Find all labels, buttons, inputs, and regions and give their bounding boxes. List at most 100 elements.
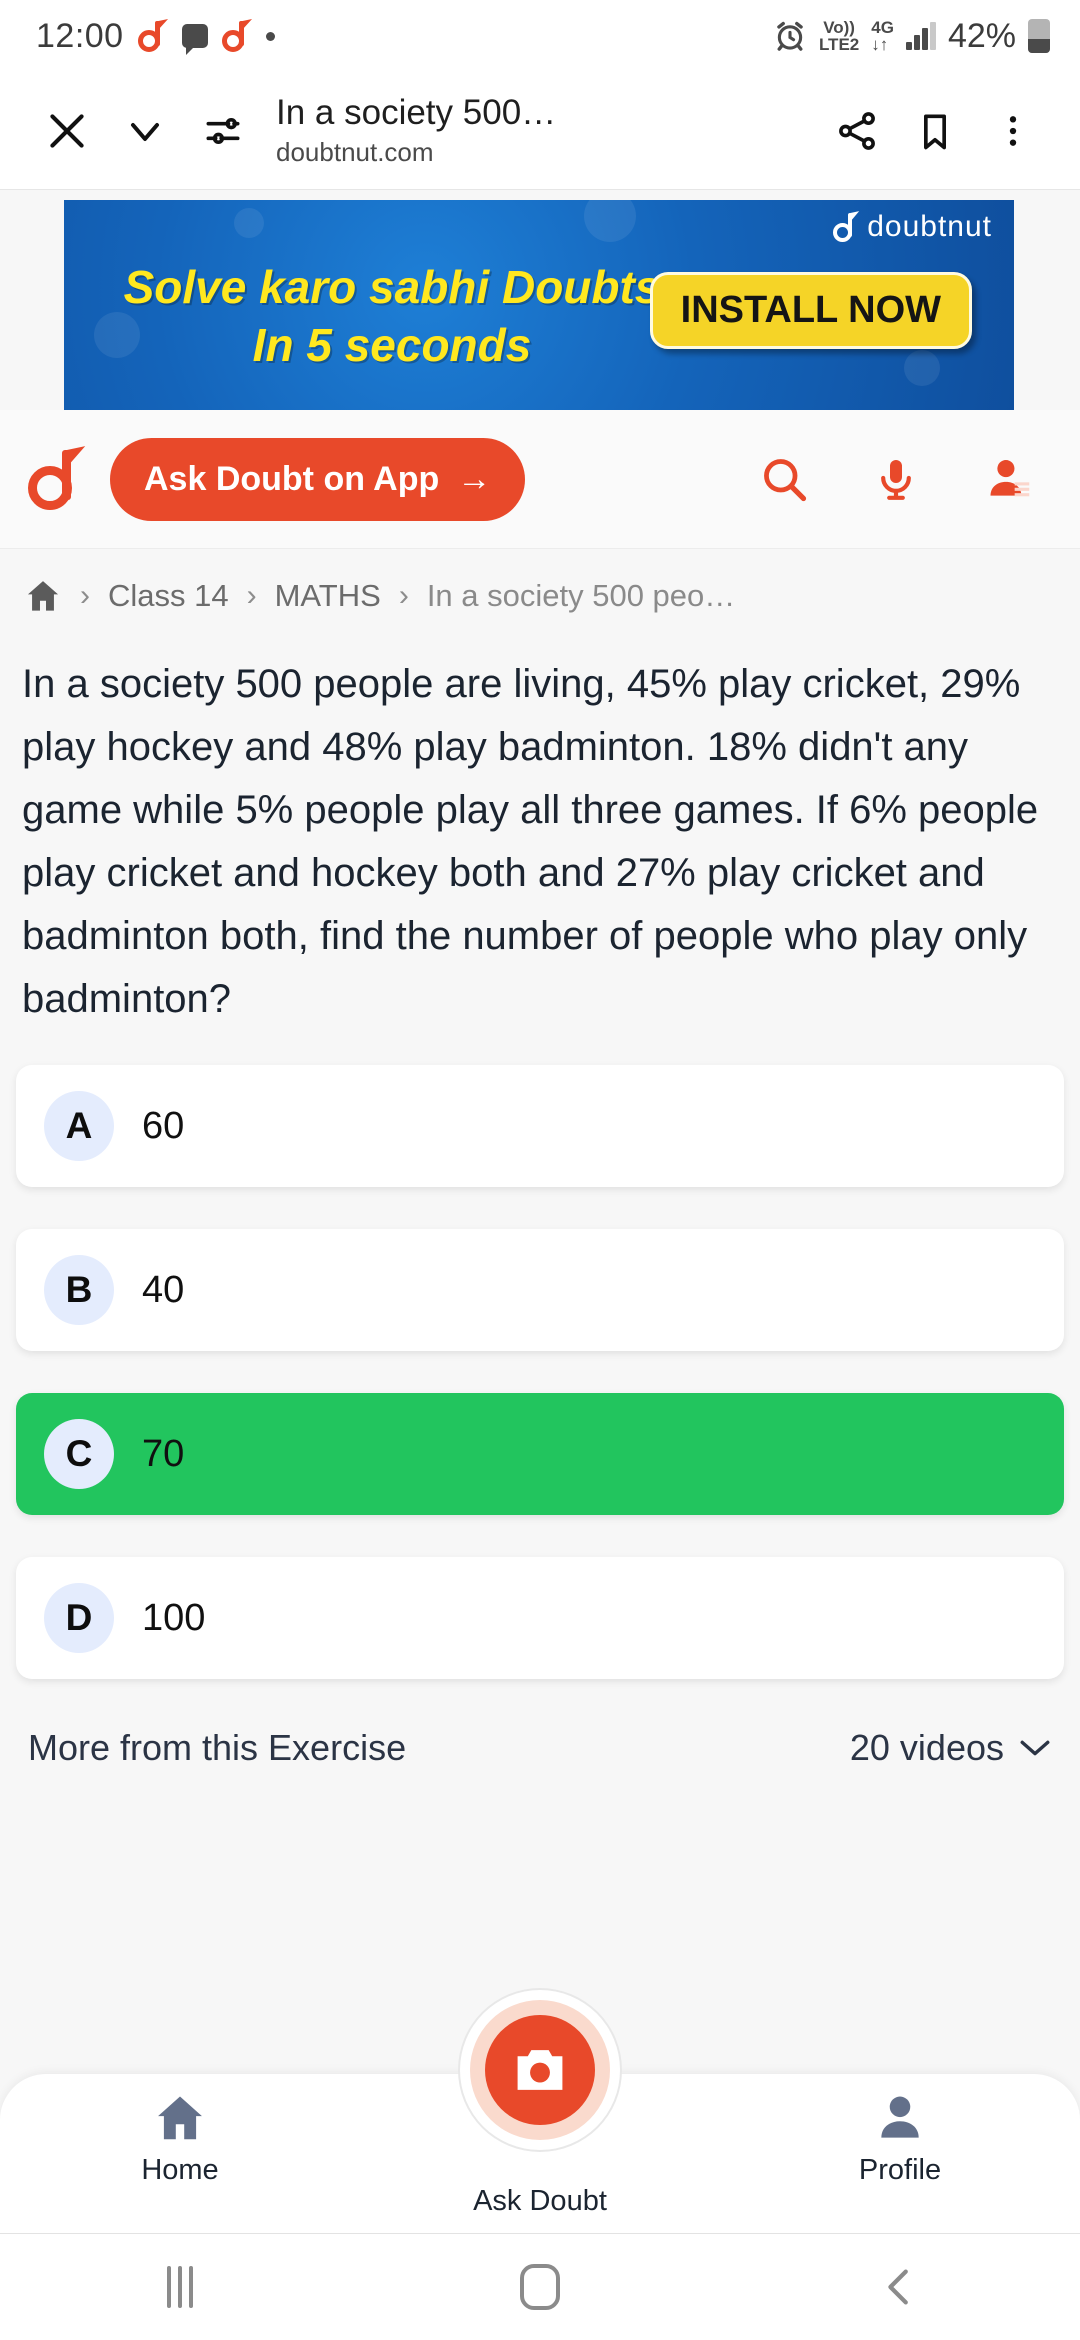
option-badge: B [44, 1255, 114, 1325]
ask-doubt-on-app-button[interactable]: Ask Doubt on App → [110, 437, 526, 521]
answer-option-c[interactable]: C 70 [16, 1393, 1064, 1515]
profile-icon [990, 460, 1030, 497]
search-icon [764, 459, 807, 502]
ask-doubt-camera-fab[interactable] [460, 1990, 620, 2150]
option-text: 100 [142, 1596, 206, 1639]
home-icon [158, 2096, 202, 2140]
bookmark-icon [924, 114, 946, 149]
option-badge: A [44, 1091, 114, 1161]
chevron-down-icon [1020, 1740, 1050, 1756]
bottom-nav-home[interactable]: Home [0, 2074, 360, 2187]
doubtnut-mark-icon [833, 211, 861, 242]
recents-button[interactable] [0, 2266, 360, 2308]
share-button[interactable] [818, 92, 896, 170]
chevron-down-icon [131, 122, 159, 141]
answer-option-d[interactable]: D 100 [16, 1557, 1064, 1679]
answer-option-b[interactable]: B 40 [16, 1229, 1064, 1351]
bottom-nav-profile-label: Profile [858, 2154, 942, 2186]
battery-icon [1028, 19, 1050, 53]
back-chevron-icon [888, 2269, 908, 2305]
recents-icon [167, 2266, 193, 2308]
option-text: 70 [142, 1432, 185, 1475]
ask-doubt-on-app-label: Ask Doubt on App [144, 459, 440, 498]
back-button[interactable] [720, 2260, 1080, 2314]
ad-banner-container: doubtnut Solve karo sabhi Doubts In 5 se… [0, 190, 1080, 410]
decorative-bubble [234, 208, 264, 238]
page-title: In a society 500… [276, 93, 557, 132]
breadcrumb: › Class 14 › MATHS › In a society 500 pe… [0, 548, 1080, 641]
option-badge: C [44, 1419, 114, 1489]
signal-strength-icon [905, 22, 936, 50]
browser-title-block[interactable]: In a society 500… doubtnut.com [262, 93, 818, 168]
more-from-exercise-row[interactable]: More from this Exercise 20 videos [0, 1721, 1080, 1769]
option-badge: D [44, 1583, 114, 1653]
overflow-menu-button[interactable] [974, 92, 1052, 170]
doubtnut-logo-icon[interactable] [28, 446, 89, 510]
decorative-bubble [904, 350, 940, 386]
install-now-button[interactable]: INSTALL NOW [649, 272, 972, 349]
breadcrumb-separator: › [80, 579, 90, 612]
breadcrumb-separator: › [398, 579, 409, 612]
battery-percent-label: 42% [947, 16, 1016, 55]
microphone-icon [881, 460, 911, 500]
status-bar-clock: 12:00 [36, 16, 124, 55]
option-text: 60 [142, 1104, 185, 1147]
close-button[interactable] [28, 92, 106, 170]
video-count-toggle[interactable]: 20 videos [850, 1727, 1052, 1769]
share-icon [839, 111, 875, 150]
status-bar-left: 12:00 [36, 17, 275, 56]
camera-icon [517, 2050, 563, 2090]
android-status-bar: 12:00 Vo)) LTE2 4G ↓↑ 42% [0, 0, 1080, 72]
data-transfer-arrows-icon: ↓↑ [871, 34, 889, 54]
breadcrumb-separator: › [246, 579, 257, 612]
network-type-indicator: 4G ↓↑ [871, 17, 894, 54]
banner-headline: Solve karo sabhi Doubts In 5 seconds [92, 258, 692, 374]
status-bar-right: Vo)) LTE2 4G ↓↑ 42% [773, 17, 1050, 56]
message-icon [181, 24, 208, 55]
install-app-banner[interactable]: doubtnut Solve karo sabhi Doubts In 5 se… [64, 200, 1014, 410]
breadcrumb-item-class[interactable]: Class 14 [108, 578, 229, 614]
doubtnut-notification-icon [137, 18, 170, 52]
fab-inner-ring [470, 2000, 610, 2140]
voice-search-button[interactable] [868, 449, 924, 509]
volte-indicator: Vo)) LTE2 [818, 18, 860, 54]
answer-option-a[interactable]: A 60 [16, 1065, 1064, 1187]
answer-options-list: A 60 B 40 C 70 D 100 [0, 1031, 1080, 1679]
profile-icon [881, 2096, 919, 2138]
banner-brand-logo: doubtnut [833, 210, 992, 244]
more-notifications-dot-icon [265, 31, 275, 41]
fab-core [485, 2015, 595, 2125]
question-text: In a society 500 people are living, 45% … [0, 641, 1080, 1031]
breadcrumb-item-subject[interactable]: MATHS [275, 578, 381, 614]
alarm-icon [777, 21, 803, 51]
site-settings-button[interactable] [184, 92, 262, 170]
banner-brand-name: doubtnut [867, 210, 992, 243]
phone-screen: 12:00 Vo)) LTE2 4G ↓↑ 42% In a society 5… [0, 0, 1080, 2340]
home-icon[interactable] [24, 577, 62, 615]
tune-icon [206, 117, 240, 144]
page-url: doubtnut.com [276, 137, 434, 167]
home-pill-icon [520, 2264, 560, 2310]
browser-toolbar: In a society 500… doubtnut.com [0, 72, 1080, 190]
doubtnut-notification-icon-2 [221, 18, 254, 52]
search-button[interactable] [756, 449, 812, 509]
android-navigation-bar [0, 2234, 1080, 2340]
home-button[interactable] [360, 2264, 720, 2310]
overflow-menu-icon [1009, 115, 1017, 146]
site-header-actions [756, 449, 1036, 509]
banner-headline-line2: In 5 seconds [252, 319, 532, 371]
breadcrumb-item-current: In a society 500 peo… [426, 578, 736, 613]
banner-headline-line1: Solve karo sabhi Doubts [123, 261, 661, 313]
close-icon [50, 113, 84, 148]
video-count-label: 20 videos [849, 1727, 1004, 1768]
decorative-bubble [584, 200, 636, 242]
bottom-nav-profile[interactable]: Profile [720, 2074, 1080, 2187]
option-text: 40 [142, 1268, 185, 1311]
bottom-nav-ask-doubt-label: Ask Doubt [473, 2185, 607, 2217]
profile-button[interactable] [980, 449, 1036, 509]
bottom-nav-home-label: Home [141, 2154, 219, 2186]
more-from-exercise-title: More from this Exercise [28, 1727, 407, 1768]
bookmark-button[interactable] [896, 92, 974, 170]
collapse-button[interactable] [106, 92, 184, 170]
site-header: Ask Doubt on App → [0, 410, 1080, 548]
